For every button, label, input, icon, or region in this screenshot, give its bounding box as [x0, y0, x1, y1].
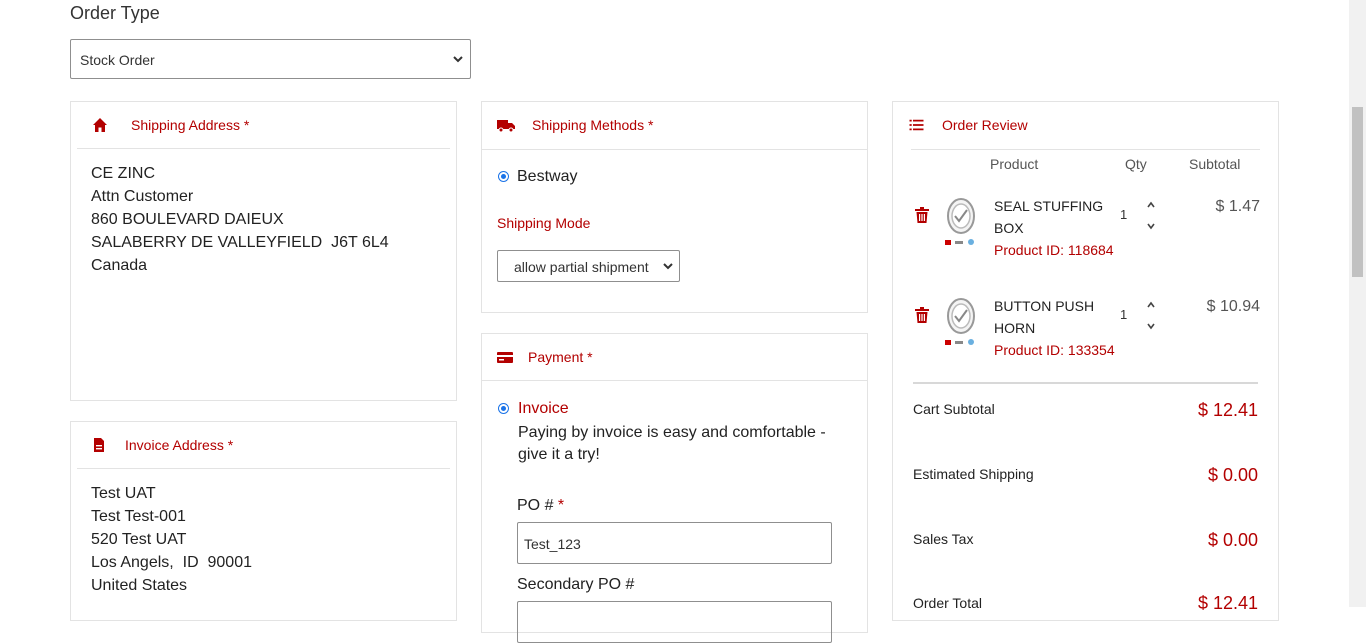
po-required-mark: *	[557, 497, 565, 514]
col-header-subtotal: Subtotal	[1189, 156, 1241, 172]
summary-divider	[913, 382, 1258, 384]
po-label-row: PO # *	[517, 497, 564, 515]
qty-value[interactable]: 1	[1120, 307, 1127, 322]
payment-title: Payment *	[528, 349, 593, 365]
col-header-qty: Qty	[1125, 156, 1147, 172]
document-icon	[94, 438, 104, 452]
order-item-row: BUTTON PUSH HORN Product ID: 133354 1 $ …	[893, 290, 1280, 370]
trash-icon[interactable]	[915, 207, 929, 223]
product-id: Product ID: 133354	[994, 342, 1115, 358]
trash-icon[interactable]	[915, 307, 929, 323]
invoice-address-card: Invoice Address * Test UAT Test Test-001…	[70, 421, 457, 621]
order-total-label: Order Total	[913, 595, 982, 611]
truck-icon	[497, 120, 515, 133]
cart-subtotal-label: Cart Subtotal	[913, 401, 995, 417]
shipping-address-title: Shipping Address *	[131, 117, 250, 133]
product-thumbnail	[945, 198, 975, 245]
item-subtotal: $ 1.47	[1215, 198, 1260, 215]
home-icon	[93, 118, 107, 132]
product-id: Product ID: 118684	[994, 242, 1114, 258]
sales-tax-label: Sales Tax	[913, 531, 974, 547]
shipping-address-line: Attn Customer	[91, 188, 194, 205]
invoice-radio[interactable]	[498, 403, 509, 414]
shipping-address-header: Shipping Address *	[77, 102, 450, 149]
po-label: PO #	[517, 497, 554, 514]
product-name[interactable]: BUTTON PUSH HORN	[994, 295, 1114, 339]
col-header-product: Product	[990, 156, 1039, 172]
payment-card: Payment * Invoice Paying by invoice is e…	[481, 333, 868, 643]
chevron-down-icon[interactable]	[1146, 322, 1156, 330]
order-total-value: $ 12.41	[1197, 593, 1258, 613]
invoice-address-line: United States	[91, 577, 188, 594]
order-review-card: Order Review Product Qty Subtotal SEAL S…	[892, 101, 1279, 621]
chevron-up-icon[interactable]	[1146, 201, 1156, 209]
shipping-address-line: CE ZINC	[91, 165, 155, 182]
page-scrollbar[interactable]	[1349, 0, 1366, 607]
estimated-shipping-value: $ 0.00	[1207, 465, 1258, 485]
invoice-description: Paying by invoice is easy and comfortabl…	[518, 424, 826, 463]
chevron-down-icon	[453, 56, 463, 63]
estimated-shipping-label: Estimated Shipping	[913, 466, 1034, 482]
invoice-address-line: Los Angels, ID 90001	[91, 554, 252, 571]
chevron-up-icon[interactable]	[1146, 301, 1156, 309]
invoice-option-label[interactable]: Invoice	[518, 400, 569, 418]
sales-tax-value: $ 0.00	[1207, 530, 1258, 550]
credit-card-icon	[497, 352, 513, 363]
product-name[interactable]: SEAL STUFFING BOX	[994, 195, 1114, 239]
shipping-methods-header: Shipping Methods *	[482, 102, 867, 150]
payment-header: Payment *	[482, 334, 867, 381]
invoice-address-title: Invoice Address *	[125, 437, 234, 453]
list-icon	[909, 119, 924, 131]
order-review-title: Order Review	[942, 117, 1028, 133]
invoice-address-line: Test UAT	[91, 485, 156, 502]
shipping-address-line: Canada	[91, 257, 148, 274]
order-type-select[interactable]: Stock Order	[70, 39, 471, 79]
shipping-address-line: SALABERRY DE VALLEYFIELD J6T 6L4	[91, 234, 389, 251]
shipping-address-card: Shipping Address * CE ZINC Attn Customer…	[70, 101, 457, 401]
bestway-radio[interactable]	[498, 171, 509, 182]
secondary-po-input[interactable]	[517, 601, 832, 643]
item-subtotal: $ 10.94	[1206, 298, 1260, 315]
shipping-mode-label: Shipping Mode	[497, 215, 591, 231]
chevron-down-icon[interactable]	[1146, 222, 1156, 230]
chevron-down-icon	[663, 263, 673, 270]
invoice-address-line: Test Test-001	[91, 508, 186, 525]
secondary-po-label: Secondary PO #	[517, 576, 635, 593]
cart-subtotal-value: $ 12.41	[1197, 400, 1258, 420]
po-input[interactable]: Test_123	[517, 522, 832, 564]
order-review-header: Order Review	[909, 102, 1260, 150]
bestway-label[interactable]: Bestway	[517, 168, 577, 186]
order-item-row: SEAL STUFFING BOX Product ID: 118684 1 $…	[893, 190, 1280, 270]
shipping-mode-value: allow partial shipment	[514, 259, 649, 275]
qty-value[interactable]: 1	[1120, 207, 1127, 222]
scrollbar-thumb[interactable]	[1352, 107, 1363, 277]
shipping-mode-select[interactable]: allow partial shipment	[497, 250, 680, 282]
order-type-value: Stock Order	[80, 52, 155, 68]
order-type-label: Order Type	[70, 3, 160, 23]
product-thumbnail	[945, 298, 975, 345]
shipping-methods-card: Shipping Methods * Bestway Shipping Mode…	[481, 101, 868, 313]
invoice-address-line: 520 Test UAT	[91, 531, 187, 548]
invoice-address-header: Invoice Address *	[77, 422, 450, 469]
po-input-value: Test_123	[524, 536, 581, 552]
shipping-address-line: 860 BOULEVARD DAIEUX	[91, 211, 284, 228]
shipping-methods-title: Shipping Methods *	[532, 117, 654, 133]
